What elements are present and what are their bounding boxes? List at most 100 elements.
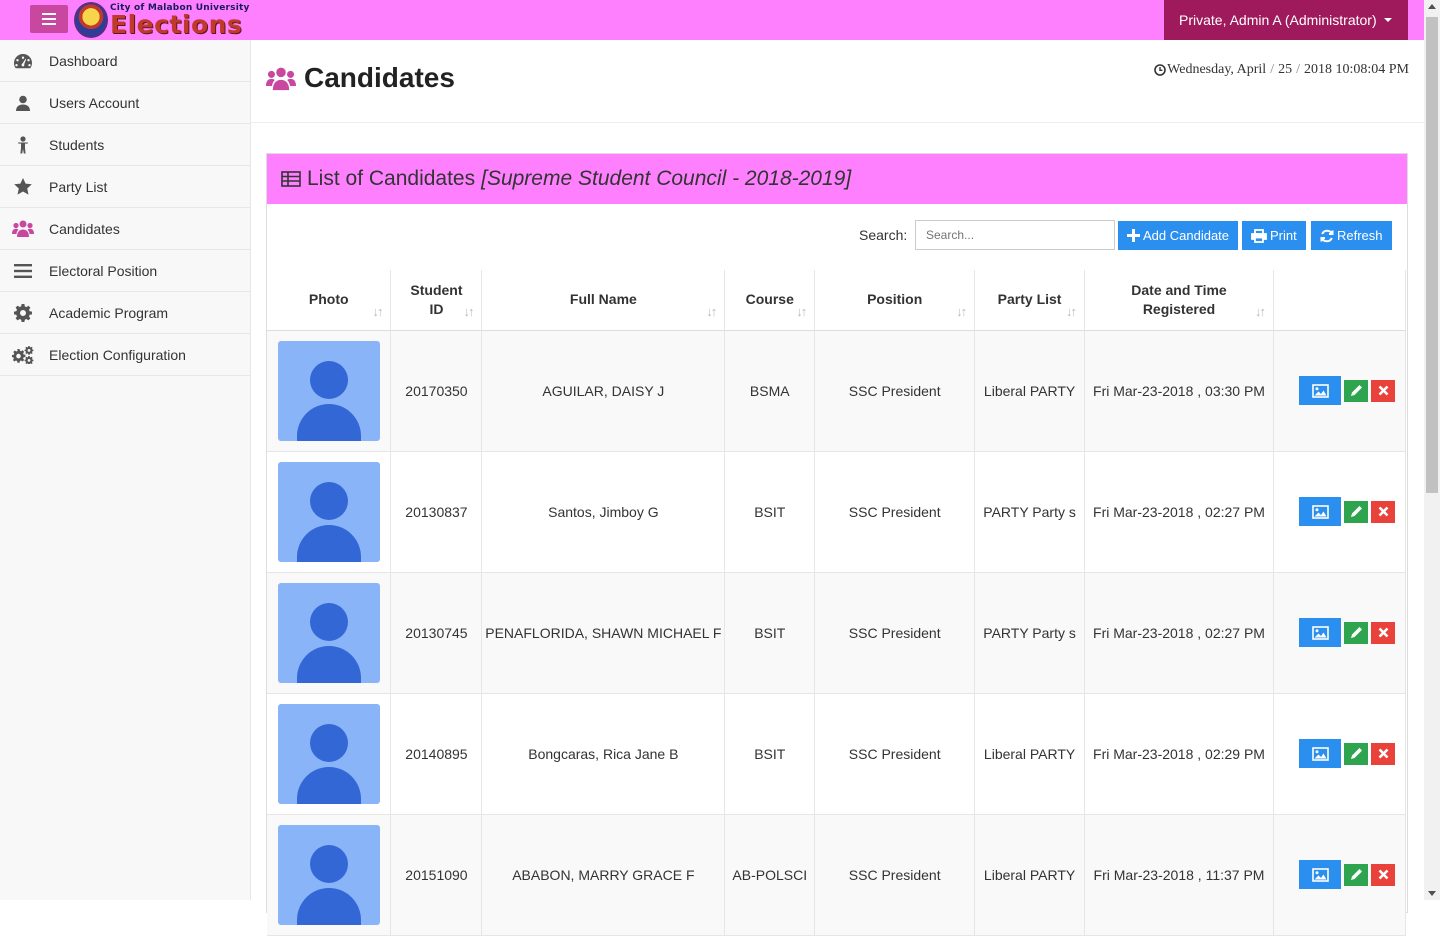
sort-icon: ↓↑ <box>706 303 717 319</box>
candidate-photo-placeholder <box>277 582 380 683</box>
delete-button[interactable] <box>1371 863 1395 886</box>
student-id-cell: 20140895 <box>390 693 483 815</box>
sidebar-item-label: Election Configuration <box>49 346 186 363</box>
scrollbar-thumb[interactable] <box>1426 17 1438 493</box>
view-photo-button[interactable] <box>1299 739 1341 768</box>
user-icon <box>12 94 34 112</box>
user-dropdown[interactable]: Private, Admin A (Administrator) <box>1164 0 1408 40</box>
sidebar-item-students[interactable]: Students <box>0 124 250 166</box>
sidebar-item-election-configuration[interactable]: Election Configuration <box>0 334 250 376</box>
delete-button[interactable] <box>1371 621 1395 644</box>
full-name-cell: PENAFLORIDA, SHAWN MICHAEL F <box>481 572 726 694</box>
sidebar-item-label: Party List <box>49 178 108 195</box>
users-icon <box>266 66 296 91</box>
delete-button[interactable] <box>1371 500 1395 523</box>
image-icon <box>1311 746 1329 761</box>
column-header-course[interactable]: Course ↓↑ <box>724 270 816 331</box>
party-list-cell: Liberal PARTY <box>974 814 1086 936</box>
sort-icon: ↓↑ <box>1254 303 1266 319</box>
view-photo-button[interactable] <box>1299 618 1341 647</box>
plus-icon <box>1127 229 1140 242</box>
candidate-photo-placeholder <box>277 703 380 804</box>
column-header-date-registered[interactable]: Date and Time Registered ↓↑ <box>1084 270 1274 331</box>
actions-cell <box>1273 693 1407 815</box>
photo-cell <box>267 451 392 573</box>
users-icon <box>12 220 34 238</box>
edit-button[interactable] <box>1344 863 1368 886</box>
sidebar: Dashboard Users Account Students Party L… <box>0 40 251 900</box>
refresh-button[interactable]: Refresh <box>1311 221 1392 250</box>
sidebar-item-party-list[interactable]: Party List <box>0 166 250 208</box>
page-title: Candidates <box>266 62 455 94</box>
column-header-party-list[interactable]: Party List ↓↑ <box>974 270 1086 331</box>
view-photo-button[interactable] <box>1299 376 1341 405</box>
student-id-cell: 20130745 <box>390 572 483 694</box>
caret-down-icon <box>1383 18 1392 22</box>
bars-icon <box>12 262 34 280</box>
star-icon <box>12 178 34 196</box>
table-row: 20130745 PENAFLORIDA, SHAWN MICHAEL F BS… <box>267 572 1407 694</box>
table-row: 20170350 AGUILAR, DAISY J BSMA SSC Presi… <box>267 330 1407 452</box>
photo-cell <box>267 572 392 694</box>
column-header-position[interactable]: Position ↓↑ <box>814 270 976 331</box>
sidebar-item-academic-program[interactable]: Academic Program <box>0 292 250 334</box>
print-button[interactable]: Print <box>1242 221 1306 250</box>
sidebar-item-dashboard[interactable]: Dashboard <box>0 40 250 82</box>
top-navbar: City of Malabon University Elections Pri… <box>0 0 1424 40</box>
view-photo-button[interactable] <box>1299 860 1341 889</box>
pencil-icon <box>1350 627 1362 638</box>
brand-logo[interactable]: City of Malabon University Elections <box>74 1 250 39</box>
column-header-photo[interactable]: Photo ↓↑ <box>267 270 392 331</box>
pencil-icon <box>1350 869 1362 880</box>
photo-cell <box>267 814 392 936</box>
pencil-icon <box>1350 385 1362 396</box>
table-toolbar: Search: Add Candidate Print Refresh <box>267 204 1407 272</box>
column-header-actions <box>1273 270 1407 331</box>
image-icon <box>1311 383 1329 398</box>
image-icon <box>1311 504 1329 519</box>
view-photo-button[interactable] <box>1299 497 1341 526</box>
date-registered-cell: Fri Mar-23-2018 , 02:27 PM <box>1084 572 1274 694</box>
position-cell: SSC President <box>814 814 976 936</box>
sort-icon: ↓↑ <box>956 303 967 319</box>
sidebar-item-electoral-position[interactable]: Electoral Position <box>0 250 250 292</box>
sort-icon: ↓↑ <box>372 303 383 319</box>
hamburger-menu-button[interactable] <box>30 5 68 33</box>
scroll-up-icon[interactable] <box>1428 4 1436 9</box>
full-name-cell: ABABON, MARRY GRACE F <box>481 814 726 936</box>
column-header-full-name[interactable]: Full Name ↓↑ <box>481 270 726 331</box>
edit-button[interactable] <box>1344 500 1368 523</box>
sidebar-item-users-account[interactable]: Users Account <box>0 82 250 124</box>
edit-button[interactable] <box>1344 621 1368 644</box>
delete-button[interactable] <box>1371 379 1395 402</box>
date-registered-cell: Fri Mar-23-2018 , 02:29 PM <box>1084 693 1274 815</box>
delete-button[interactable] <box>1371 742 1395 765</box>
search-input[interactable] <box>915 220 1115 250</box>
edit-button[interactable] <box>1344 379 1368 402</box>
scroll-down-icon[interactable] <box>1428 891 1436 896</box>
add-candidate-button[interactable]: Add Candidate <box>1118 221 1239 250</box>
student-id-cell: 20151090 <box>390 814 483 936</box>
student-id-cell: 20170350 <box>390 330 483 452</box>
party-list-cell: PARTY Party s <box>974 572 1086 694</box>
page-scrollbar[interactable] <box>1424 0 1440 900</box>
column-header-student-id[interactable]: Student ID ↓↑ <box>390 270 483 331</box>
date-registered-cell: Fri Mar-23-2018 , 03:30 PM <box>1084 330 1274 452</box>
date-registered-cell: Fri Mar-23-2018 , 02:27 PM <box>1084 451 1274 573</box>
print-icon <box>1251 228 1267 243</box>
child-icon <box>12 135 34 154</box>
close-icon <box>1378 385 1388 396</box>
edit-button[interactable] <box>1344 742 1368 765</box>
close-icon <box>1378 869 1388 880</box>
actions-cell <box>1273 330 1407 452</box>
candidate-photo-placeholder <box>277 340 380 441</box>
sidebar-item-candidates[interactable]: Candidates <box>0 208 250 250</box>
table-row: 20130837 Santos, Jimboy G BSIT SSC Presi… <box>267 451 1407 573</box>
position-cell: SSC President <box>814 693 976 815</box>
sidebar-item-label: Academic Program <box>49 304 169 321</box>
actions-cell <box>1273 572 1407 694</box>
table-row: 20151090 ABABON, MARRY GRACE F AB-POLSCI… <box>267 814 1407 936</box>
clock-date: 25 <box>1278 62 1293 77</box>
candidate-photo-placeholder <box>277 461 380 562</box>
sort-icon: ↓↑ <box>463 303 474 319</box>
